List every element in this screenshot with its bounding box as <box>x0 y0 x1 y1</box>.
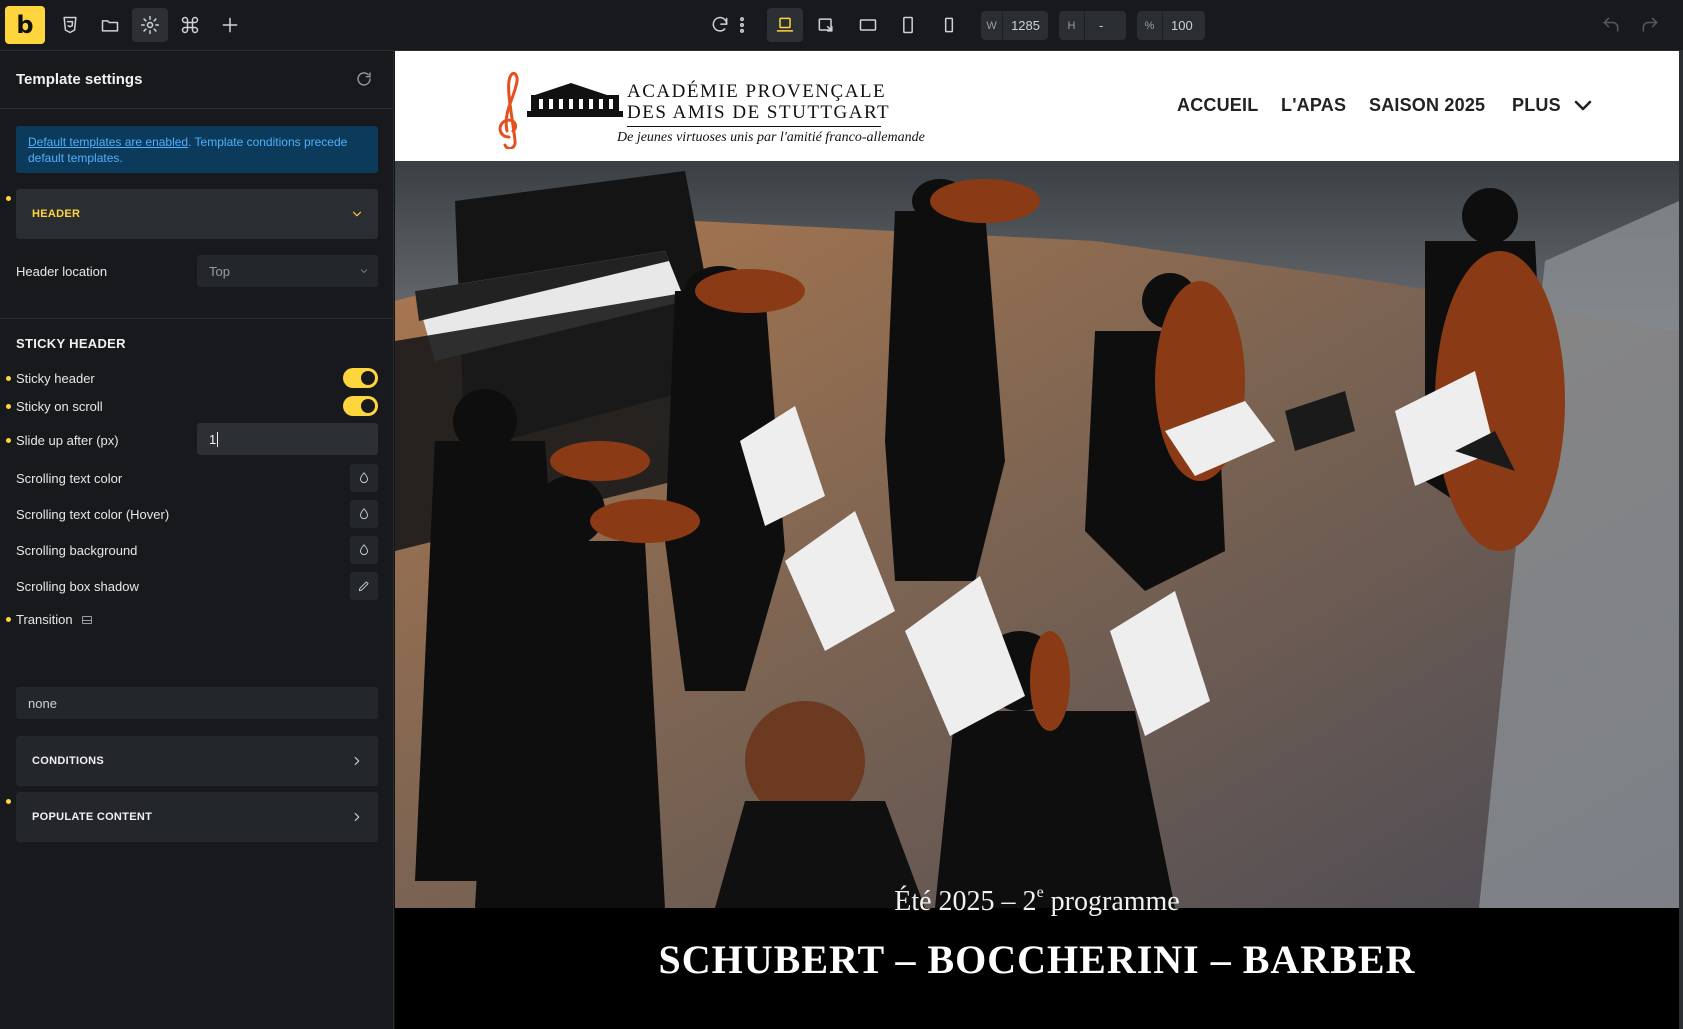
code-icon <box>81 613 93 625</box>
zoom-label: % <box>1137 11 1163 40</box>
sticky-header-toggle[interactable] <box>343 368 378 388</box>
command-icon[interactable] <box>172 8 208 42</box>
site-header[interactable]: ACADÉMIE PROVENÇALE DES AMIS DE STUTTGAR… <box>395 51 1679 161</box>
logo-line-1: ACADÉMIE PROVENÇALE <box>627 81 887 102</box>
header-location-label: Header location <box>16 264 108 279</box>
treble-clef-building-icon <box>498 72 623 149</box>
droplet-icon <box>360 544 368 556</box>
width-value: 1285 <box>1011 18 1040 33</box>
transition-label: Transition <box>16 612 73 627</box>
css3-icon[interactable] <box>52 8 88 42</box>
edit-shadow-button[interactable] <box>350 572 378 600</box>
slide-up-label: Slide up after (px) <box>16 433 119 448</box>
hero-subtitle-superscript: e <box>1036 884 1044 901</box>
nav-item-apas[interactable]: L'APAS <box>1281 95 1346 116</box>
chevron-down-icon <box>350 207 364 221</box>
orchestra-photo <box>395 161 1679 908</box>
color-picker-button[interactable] <box>350 536 378 564</box>
zoom-value: 100 <box>1171 18 1193 33</box>
builder-logo-button[interactable]: b <box>5 6 45 44</box>
nav-item-accueil[interactable]: ACCUEIL <box>1177 95 1258 116</box>
populate-content-accordion[interactable]: POPULATE CONTENT <box>16 792 378 842</box>
info-notice: Default templates are enabled. Template … <box>16 126 378 173</box>
transition-input[interactable]: none <box>16 687 378 719</box>
changed-indicator <box>6 617 11 622</box>
logo-tagline: De jeunes virtuoses unis par l'amitié fr… <box>617 130 925 145</box>
undo-icon[interactable] <box>1593 8 1629 42</box>
divider <box>0 108 394 109</box>
text-caret <box>217 431 219 447</box>
laptop-icon[interactable] <box>767 8 803 42</box>
logo-rule <box>627 126 881 127</box>
default-templates-link[interactable]: Default templates are enabled <box>28 135 188 149</box>
tablet-wide-icon[interactable] <box>850 8 886 42</box>
scrolling-text-color-hover-label: Scrolling text color (Hover) <box>16 507 170 522</box>
conditions-label: CONDITIONS <box>32 755 105 767</box>
slide-up-input[interactable]: 1 <box>197 423 378 455</box>
tablet-landscape-icon[interactable] <box>808 8 844 42</box>
folder-icon[interactable] <box>92 8 128 42</box>
pencil-icon <box>358 581 369 592</box>
changed-indicator <box>6 196 11 201</box>
plus-icon[interactable] <box>212 8 248 42</box>
gear-icon[interactable] <box>132 8 168 42</box>
height-field[interactable]: H - <box>1059 11 1126 40</box>
page-preview-canvas[interactable]: ACADÉMIE PROVENÇALE DES AMIS DE STUTTGAR… <box>395 51 1679 1029</box>
logo-line-2: DES AMIS DE STUTTGART <box>627 102 891 123</box>
top-toolbar: b W 1285 H - % 100 <box>0 0 1683 51</box>
hero-subtitle-programme: programme <box>1043 886 1180 917</box>
droplet-icon <box>360 472 368 484</box>
hero-title: SCHUBERT – BOCCHERINI – BARBER <box>658 937 1416 982</box>
scrolling-box-shadow-label: Scrolling box shadow <box>16 579 139 594</box>
changed-indicator <box>6 438 11 443</box>
chevron-right-icon <box>350 810 364 824</box>
sticky-header-label: Sticky header <box>16 371 95 386</box>
color-picker-button[interactable] <box>350 500 378 528</box>
droplet-icon <box>360 508 368 520</box>
redo-icon[interactable] <box>1632 8 1668 42</box>
nav-item-saison-2025[interactable]: SAISON 2025 <box>1369 95 1485 116</box>
refresh-icon[interactable] <box>355 70 375 90</box>
changed-indicator <box>6 376 11 381</box>
panel-title: Template settings <box>16 71 143 88</box>
hero-image <box>395 161 1679 908</box>
sticky-on-scroll-toggle[interactable] <box>343 396 378 416</box>
scrolling-background-label: Scrolling background <box>16 543 138 558</box>
more-vertical-icon[interactable] <box>732 8 752 42</box>
nav-item-plus[interactable]: PLUS <box>1512 95 1561 116</box>
width-label: W <box>981 11 1004 40</box>
zoom-field[interactable]: % 100 <box>1137 11 1205 40</box>
slide-up-value: 1 <box>209 431 217 447</box>
populate-content-label: POPULATE CONTENT <box>32 811 153 823</box>
hero-subtitle: Été 2025 – 2e programme <box>395 884 1679 918</box>
site-logo[interactable]: ACADÉMIE PROVENÇALE DES AMIS DE STUTTGAR… <box>487 59 925 149</box>
height-label: H <box>1059 11 1085 40</box>
changed-indicator <box>6 404 11 409</box>
header-accordion[interactable]: HEADER <box>16 189 378 239</box>
header-location-value: Top <box>209 263 230 279</box>
color-picker-button[interactable] <box>350 464 378 492</box>
header-accordion-label: HEADER <box>32 208 81 220</box>
chevron-down-icon <box>358 265 370 280</box>
hero-subtitle-date: Été 2025 – 2 <box>894 886 1037 917</box>
height-value: - <box>1099 18 1104 33</box>
width-field[interactable]: W 1285 <box>981 11 1048 40</box>
chevron-down-icon[interactable] <box>1574 99 1592 118</box>
sticky-on-scroll-label: Sticky on scroll <box>16 399 103 414</box>
canvas-scrollbar[interactable] <box>1679 51 1683 1029</box>
divider <box>0 318 394 319</box>
tablet-portrait-icon[interactable] <box>890 8 926 42</box>
changed-indicator <box>6 799 11 804</box>
settings-sidebar: Template settings Default templates are … <box>0 51 394 1029</box>
chevron-right-icon <box>350 754 364 768</box>
header-location-select[interactable]: Top <box>197 255 378 287</box>
mobile-icon[interactable] <box>931 8 967 42</box>
scrolling-text-color-label: Scrolling text color <box>16 471 123 486</box>
conditions-accordion[interactable]: CONDITIONS <box>16 736 378 786</box>
sticky-header-section-title: STICKY HEADER <box>16 336 126 351</box>
